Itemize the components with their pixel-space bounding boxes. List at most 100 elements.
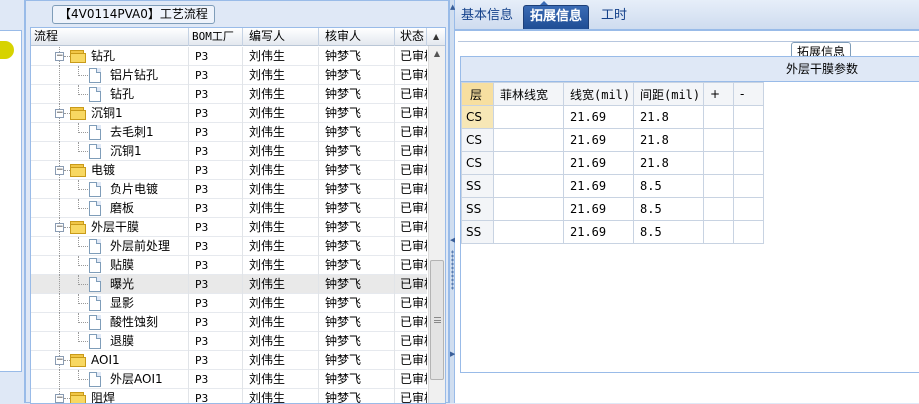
- tree-row[interactable]: 负片电镀 P3刘伟生钟梦飞已审核: [31, 180, 427, 199]
- tree-cell-flow[interactable]: − 外层干膜: [31, 218, 189, 237]
- tree-cell-flow[interactable]: 钻孔: [31, 85, 189, 104]
- tree-node-label[interactable]: 外层AOI1: [110, 370, 163, 389]
- tree-node-label[interactable]: 酸性蚀刻: [110, 313, 158, 332]
- tree-node-label[interactable]: 外层干膜: [91, 218, 139, 237]
- tree-row[interactable]: 曝光 P3刘伟生钟梦飞已审核: [31, 275, 427, 294]
- cell-spacing[interactable]: 8.5: [633, 220, 704, 244]
- cell-film-width[interactable]: [493, 197, 564, 221]
- tree-cell-flow[interactable]: − 阻焊: [31, 389, 189, 403]
- cell-line-width[interactable]: 21.69: [563, 128, 634, 152]
- tree-row[interactable]: 外层AOI1 P3刘伟生钟梦飞已审核: [31, 370, 427, 389]
- tree-cell-flow[interactable]: 曝光: [31, 275, 189, 294]
- params-row[interactable]: SS 21.69 8.5: [461, 197, 764, 221]
- column-header-author[interactable]: 编写人: [243, 28, 319, 46]
- tree-cell-flow[interactable]: 沉铜1: [31, 142, 189, 161]
- cell-plus[interactable]: [703, 197, 734, 221]
- cell-plus[interactable]: [703, 128, 734, 152]
- tree-row[interactable]: 显影 P3刘伟生钟梦飞已审核: [31, 294, 427, 313]
- column-header-flow[interactable]: 流程: [31, 28, 189, 46]
- cell-film-width[interactable]: [493, 174, 564, 198]
- tree-row[interactable]: 钻孔 P3刘伟生钟梦飞已审核: [31, 85, 427, 104]
- cell-layer[interactable]: CS: [461, 105, 494, 129]
- tree-node-label[interactable]: 沉铜1: [91, 104, 123, 123]
- tree-row[interactable]: 铝片钻孔 P3刘伟生钟梦飞已审核: [31, 66, 427, 85]
- cell-layer[interactable]: SS: [461, 197, 494, 221]
- cell-spacing[interactable]: 21.8: [633, 151, 704, 175]
- tree-cell-flow[interactable]: 负片电镀: [31, 180, 189, 199]
- tree-node-label[interactable]: 钻孔: [110, 85, 134, 104]
- cell-line-width[interactable]: 21.69: [563, 174, 634, 198]
- column-header-bom-factory[interactable]: BOM工厂: [189, 28, 243, 46]
- vertical-scrollbar[interactable]: ▲: [428, 46, 445, 403]
- tree-cell-flow[interactable]: 显影: [31, 294, 189, 313]
- cell-spacing[interactable]: 21.8: [633, 105, 704, 129]
- tree-row[interactable]: 去毛刺1 P3刘伟生钟梦飞已审核: [31, 123, 427, 142]
- tree-cell-flow[interactable]: 铝片钻孔: [31, 66, 189, 85]
- cell-layer[interactable]: SS: [461, 220, 494, 244]
- remove-row-button[interactable]: -: [733, 82, 764, 106]
- collapse-toggle-icon[interactable]: −: [55, 109, 64, 118]
- tree-cell-flow[interactable]: − 钻孔: [31, 47, 189, 66]
- cell-film-width[interactable]: [493, 151, 564, 175]
- cell-plus[interactable]: [703, 151, 734, 175]
- column-header-layer[interactable]: 层: [461, 82, 494, 106]
- column-header-status[interactable]: 状态: [395, 28, 427, 46]
- cell-plus[interactable]: [703, 174, 734, 198]
- cell-minus[interactable]: [733, 105, 764, 129]
- tree-row[interactable]: 贴膜 P3刘伟生钟梦飞已审核: [31, 256, 427, 275]
- collapse-toggle-icon[interactable]: −: [55, 356, 64, 365]
- tab-basic-info[interactable]: 基本信息: [455, 5, 519, 29]
- column-header-film-width[interactable]: 菲林线宽: [493, 82, 564, 106]
- tree-node-label[interactable]: 去毛刺1: [110, 123, 154, 142]
- cell-layer[interactable]: CS: [461, 151, 494, 175]
- tree-node-label[interactable]: 贴膜: [110, 256, 134, 275]
- tree-node-label[interactable]: 退膜: [110, 332, 134, 351]
- tree-row[interactable]: − 钻孔 P3刘伟生钟梦飞已审核: [31, 47, 427, 66]
- cell-spacing[interactable]: 8.5: [633, 197, 704, 221]
- cell-film-width[interactable]: [493, 128, 564, 152]
- scrollbar-thumb[interactable]: [430, 260, 444, 380]
- tree-node-label[interactable]: 电镀: [91, 161, 115, 180]
- params-row[interactable]: SS 21.69 8.5: [461, 220, 764, 244]
- cell-minus[interactable]: [733, 197, 764, 221]
- tree-cell-flow[interactable]: − AOI1: [31, 351, 189, 370]
- tree-row[interactable]: − 沉铜1 P3刘伟生钟梦飞已审核: [31, 104, 427, 123]
- tree-node-label[interactable]: 钻孔: [91, 47, 115, 66]
- collapse-toggle-icon[interactable]: −: [55, 166, 64, 175]
- add-row-button[interactable]: +: [703, 82, 734, 106]
- cell-layer[interactable]: CS: [461, 128, 494, 152]
- cell-spacing[interactable]: 21.8: [633, 128, 704, 152]
- tree-cell-flow[interactable]: − 沉铜1: [31, 104, 189, 123]
- params-row[interactable]: CS 21.69 21.8: [461, 128, 764, 152]
- cell-layer[interactable]: SS: [461, 174, 494, 198]
- tree-node-label[interactable]: 负片电镀: [110, 180, 158, 199]
- tab-extended-info[interactable]: 拓展信息: [523, 1, 590, 29]
- tree-cell-flow[interactable]: 去毛刺1: [31, 123, 189, 142]
- tree-node-label[interactable]: 磨板: [110, 199, 134, 218]
- cell-line-width[interactable]: 21.69: [563, 197, 634, 221]
- tree-node-label[interactable]: 铝片钻孔: [110, 66, 158, 85]
- cell-film-width[interactable]: [493, 220, 564, 244]
- cell-minus[interactable]: [733, 151, 764, 175]
- tree-cell-flow[interactable]: 磨板: [31, 199, 189, 218]
- tree-cell-flow[interactable]: 酸性蚀刻: [31, 313, 189, 332]
- cell-line-width[interactable]: 21.69: [563, 220, 634, 244]
- tree-node-label[interactable]: 曝光: [110, 275, 134, 294]
- tree-row[interactable]: − 外层干膜 P3刘伟生钟梦飞已审核: [31, 218, 427, 237]
- tree-cell-flow[interactable]: 贴膜: [31, 256, 189, 275]
- cell-minus[interactable]: [733, 174, 764, 198]
- params-row[interactable]: CS 21.69 21.8: [461, 105, 764, 129]
- tree-node-label[interactable]: 外层前处理: [110, 237, 170, 256]
- tab-work-hours[interactable]: 工时: [595, 5, 633, 29]
- tree-row[interactable]: 酸性蚀刻 P3刘伟生钟梦飞已审核: [31, 313, 427, 332]
- column-header-reviewer[interactable]: 核审人: [319, 28, 395, 46]
- collapse-toggle-icon[interactable]: −: [55, 394, 64, 403]
- tree-cell-flow[interactable]: 外层AOI1: [31, 370, 189, 389]
- tree-cell-flow[interactable]: − 电镀: [31, 161, 189, 180]
- tree-row[interactable]: 退膜 P3刘伟生钟梦飞已审核: [31, 332, 427, 351]
- tree-cell-flow[interactable]: 外层前处理: [31, 237, 189, 256]
- cell-minus[interactable]: [733, 220, 764, 244]
- column-header-spacing[interactable]: 间距(mil): [633, 82, 704, 106]
- column-header-line-width[interactable]: 线宽(mil): [563, 82, 634, 106]
- tree-node-label[interactable]: 显影: [110, 294, 134, 313]
